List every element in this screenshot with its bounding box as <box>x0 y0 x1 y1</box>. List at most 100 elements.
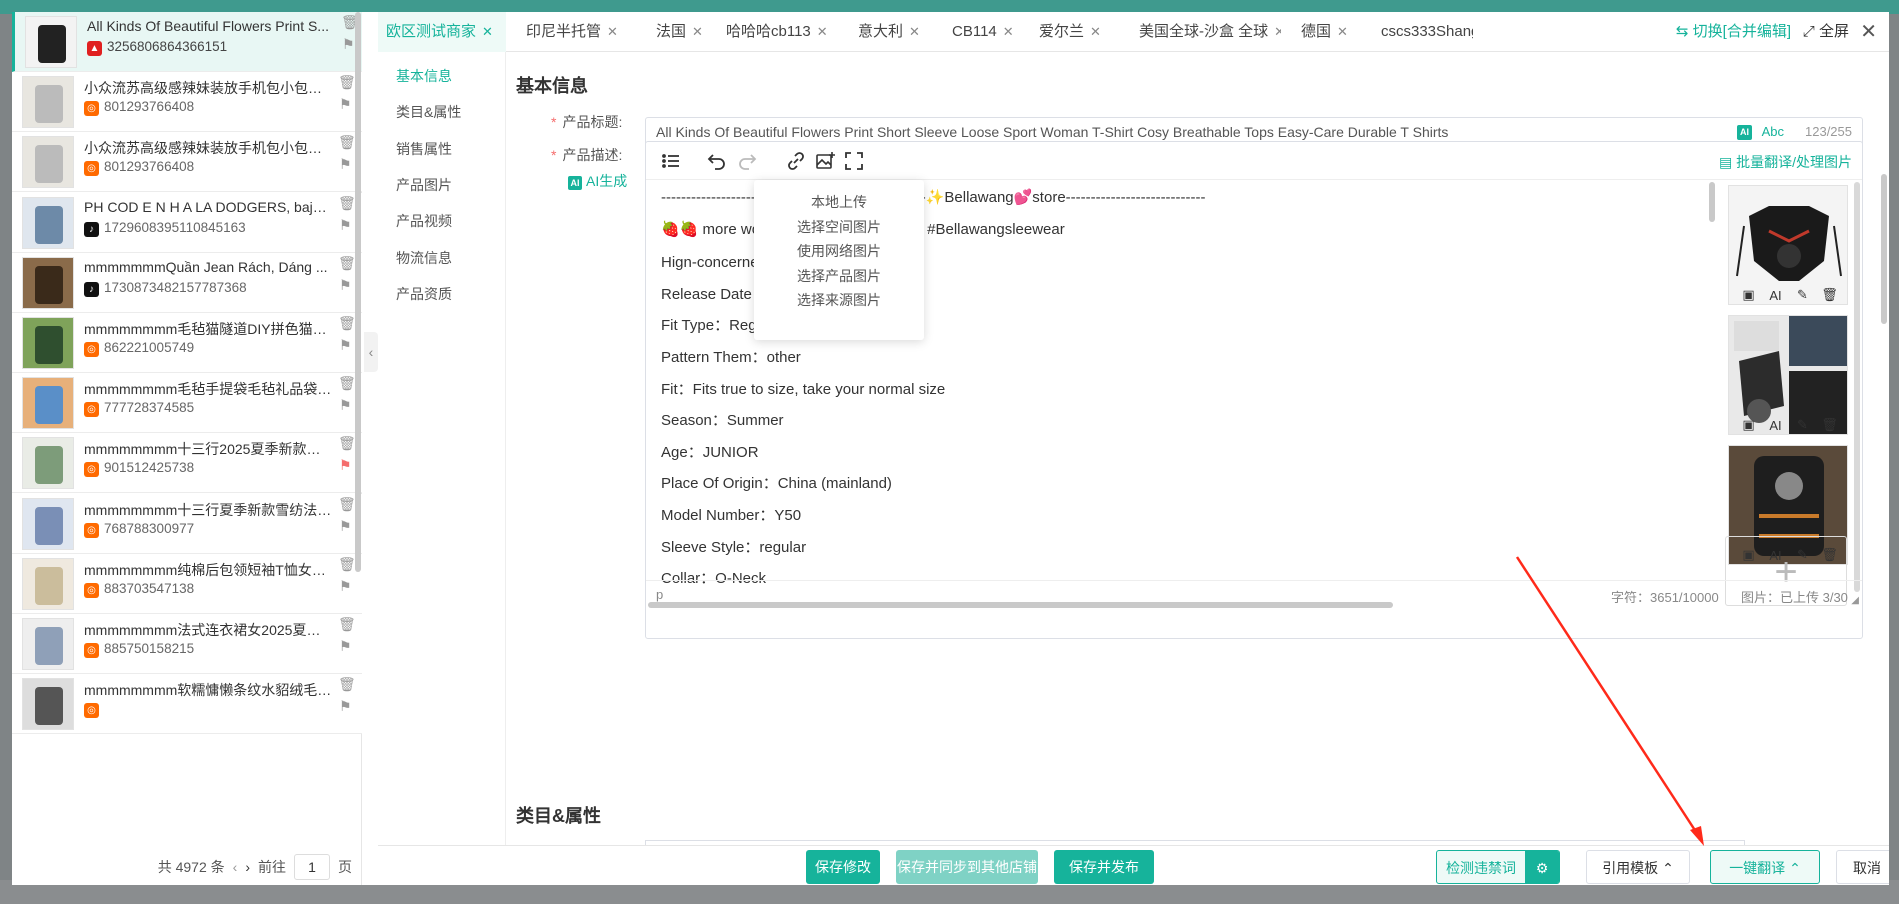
flag-icon[interactable]: ⚑ <box>339 638 352 654</box>
flag-icon[interactable]: ⚑ <box>339 277 352 293</box>
product-list-item[interactable]: mmmmmmmm十三行2025夏季新款韩... ◎ 901512425738 🗑 ⚑ <box>12 433 362 494</box>
gear-icon[interactable]: ⚙ <box>1525 851 1559 883</box>
close-tab-icon[interactable]: ✕ <box>1337 24 1348 39</box>
store-tab[interactable]: cscs333Shang <box>1373 12 1473 52</box>
ai-image-icon[interactable]: AI <box>1767 416 1785 434</box>
replace-image-icon[interactable]: ▣ <box>1740 416 1758 434</box>
ai-generate-button[interactable]: AI AI生成 <box>568 171 627 191</box>
close-tab-icon[interactable]: ✕ <box>817 24 828 39</box>
section-nav-item[interactable]: 基本信息 <box>378 61 506 91</box>
trash-icon[interactable]: 🗑 <box>338 375 356 391</box>
trash-icon[interactable]: 🗑 <box>341 14 359 30</box>
product-list-item[interactable]: mmmmmmmm十三行夏季新款雪纺法式... ◎ 768788300977 🗑 ⚑ <box>12 493 362 554</box>
main-scrollbar[interactable] <box>1881 174 1887 324</box>
product-list-item[interactable]: All Kinds Of Beautiful Flowers Print S..… <box>12 12 362 72</box>
store-tab[interactable]: 欧区测试商家 ✕ <box>378 12 506 52</box>
trash-icon[interactable]: 🗑 <box>338 556 356 572</box>
prev-page-icon[interactable]: ‹ <box>233 859 238 875</box>
upload-menu-item[interactable]: 选择来源图片 <box>754 290 924 310</box>
flag-icon[interactable]: ⚑ <box>339 217 352 233</box>
check-forbidden-words-button[interactable]: 检测违禁词 ⚙ <box>1436 850 1560 884</box>
collapse-panel-icon[interactable]: ‹ <box>364 332 378 372</box>
section-nav-item[interactable]: 销售属性 <box>378 134 506 164</box>
product-list-item[interactable]: 小众流苏高级感辣妹装放手机包小包包... ◎ 801293766408 🗑 ⚑ <box>12 132 362 193</box>
close-tab-icon[interactable]: ✕ <box>692 24 703 39</box>
expand-icon[interactable] <box>843 150 865 172</box>
product-list-item[interactable]: mmmmmmmm毛毡手提袋毛毡礼品袋广... ◎ 777728374585 🗑 ⚑ <box>12 373 362 434</box>
batch-translate-button[interactable]: ▤ 批量翻译/处理图片 <box>1719 152 1852 172</box>
section-nav-item[interactable]: 产品资质 <box>378 279 506 309</box>
one-click-translate-button[interactable]: 一键翻译 ⌃ <box>1710 850 1820 884</box>
store-tab[interactable]: 哈哈哈cb113 ✕ <box>718 12 838 52</box>
resize-grip-icon[interactable]: ◢ <box>1851 595 1859 606</box>
product-list-item[interactable]: 小众流苏高级感辣妹装放手机包小包包... ◎ 801293766408 🗑 ⚑ <box>12 72 362 133</box>
product-list-item[interactable]: mmmmmmmQuần Jean Rách, Dáng ... ♪ 17308734… <box>12 252 362 313</box>
link-icon[interactable] <box>785 150 807 172</box>
store-tab[interactable]: 爱尔兰 ✕ <box>1031 12 1119 52</box>
replace-image-icon[interactable]: ▣ <box>1740 286 1758 304</box>
flag-icon[interactable]: ⚑ <box>339 96 352 112</box>
product-list-item[interactable]: mmmmmmmm软糯慵懒条纹水貂绒毛衣... ◎ 🗑 ⚑ <box>12 674 362 735</box>
image-column-scrollbar[interactable] <box>1854 182 1860 592</box>
upload-menu-item[interactable]: 本地上传 <box>754 192 924 212</box>
close-modal-icon[interactable]: ✕ <box>1860 12 1877 52</box>
save-sync-button[interactable]: 保存并同步到其他店铺 <box>896 850 1038 884</box>
close-tab-icon[interactable]: ✕ <box>1003 24 1014 39</box>
undo-icon[interactable] <box>706 150 728 172</box>
section-nav-item[interactable]: 产品视频 <box>378 206 506 236</box>
close-tab-icon[interactable]: ✕ <box>607 24 618 39</box>
trash-icon[interactable]: 🗑 <box>338 255 356 271</box>
upload-menu-item[interactable]: 选择产品图片 <box>754 266 924 286</box>
trash-icon[interactable]: 🗑 <box>338 195 356 211</box>
section-nav-item[interactable]: 物流信息 <box>378 243 506 273</box>
fullscreen-button[interactable]: ⤢ 全屏 <box>1803 12 1849 52</box>
upload-menu-item[interactable]: 选择空间图片 <box>754 217 924 237</box>
flag-icon[interactable]: ⚑ <box>339 397 352 413</box>
flag-icon[interactable]: ⚑ <box>339 518 352 534</box>
flag-icon[interactable]: ⚑ <box>342 36 355 52</box>
trash-icon[interactable]: 🗑 <box>338 134 356 150</box>
save-button[interactable]: 保存修改 <box>806 850 880 884</box>
trash-icon[interactable]: 🗑 <box>338 435 356 451</box>
trash-icon[interactable]: 🗑 <box>338 496 356 512</box>
store-tab[interactable]: 印尼半托管 ✕ <box>518 12 636 52</box>
product-list-item[interactable]: mmmmmmmm法式连衣裙女2025夏季... ◎ 885750158215 🗑 ⚑ <box>12 614 362 674</box>
product-list-item[interactable]: mmmmmmmm毛毡猫隧道DIY拼色猫咪... ◎ 862221005749 🗑 ⚑ <box>12 313 362 373</box>
page-number-input[interactable]: 1 <box>294 853 330 880</box>
cancel-button[interactable]: 取消 <box>1836 850 1889 884</box>
next-page-icon[interactable]: › <box>245 859 250 875</box>
redo-icon[interactable] <box>736 150 758 172</box>
product-list-item[interactable]: mmmmmmmm纯棉后包领短袖T恤女小... ◎ 883703547138 🗑 ⚑ <box>12 553 362 614</box>
ai-image-icon[interactable]: AI <box>1767 286 1785 304</box>
flag-icon[interactable]: ⚑ <box>339 156 352 172</box>
trash-icon[interactable]: 🗑 <box>338 74 356 90</box>
product-list-scrollbar[interactable] <box>355 12 361 572</box>
trash-icon[interactable]: 🗑 <box>338 315 356 331</box>
trash-icon[interactable]: 🗑 <box>338 676 356 692</box>
flag-icon[interactable]: ⚑ <box>339 578 352 594</box>
template-button[interactable]: 引用模板 ⌃ <box>1586 850 1690 884</box>
switch-merge-edit-button[interactable]: ⇆ 切换[合并编辑] <box>1676 12 1791 52</box>
close-tab-icon[interactable]: ✕ <box>482 24 493 39</box>
close-tab-icon[interactable]: ✕ <box>1090 24 1101 39</box>
flag-icon[interactable]: ⚑ <box>339 698 352 714</box>
close-tab-icon[interactable]: ✕ <box>1274 24 1281 39</box>
close-tab-icon[interactable]: ✕ <box>909 24 920 39</box>
store-tab[interactable]: 法国 ✕ <box>648 12 706 52</box>
list-icon[interactable] <box>660 150 682 172</box>
product-list-item[interactable]: PH COD E N H A LA DODGERS, baju ... ♪ 1729… <box>12 192 362 253</box>
magic-wand-icon[interactable]: ✎ <box>1794 286 1812 304</box>
save-publish-button[interactable]: 保存并发布 <box>1054 850 1154 884</box>
delete-image-icon[interactable]: 🗑 <box>1821 286 1839 304</box>
ai-title-icon[interactable]: AI <box>1737 125 1752 140</box>
section-nav-item[interactable]: 产品图片 <box>378 170 506 200</box>
store-tab[interactable]: 美国全球-沙盒 全球 ✕ <box>1131 12 1281 52</box>
upload-menu-item[interactable]: 使用网络图片 <box>754 241 924 261</box>
flag-icon[interactable]: ⚑ <box>339 337 352 353</box>
store-tab[interactable]: 德国 ✕ <box>1293 12 1361 52</box>
flag-icon[interactable]: ⚑ <box>339 457 352 473</box>
magic-wand-icon[interactable]: ✎ <box>1794 416 1812 434</box>
section-nav-item[interactable]: 类目&属性 <box>378 97 506 127</box>
trash-icon[interactable]: 🗑 <box>338 616 356 632</box>
store-tab[interactable]: CB114 ✕ <box>944 12 1019 52</box>
